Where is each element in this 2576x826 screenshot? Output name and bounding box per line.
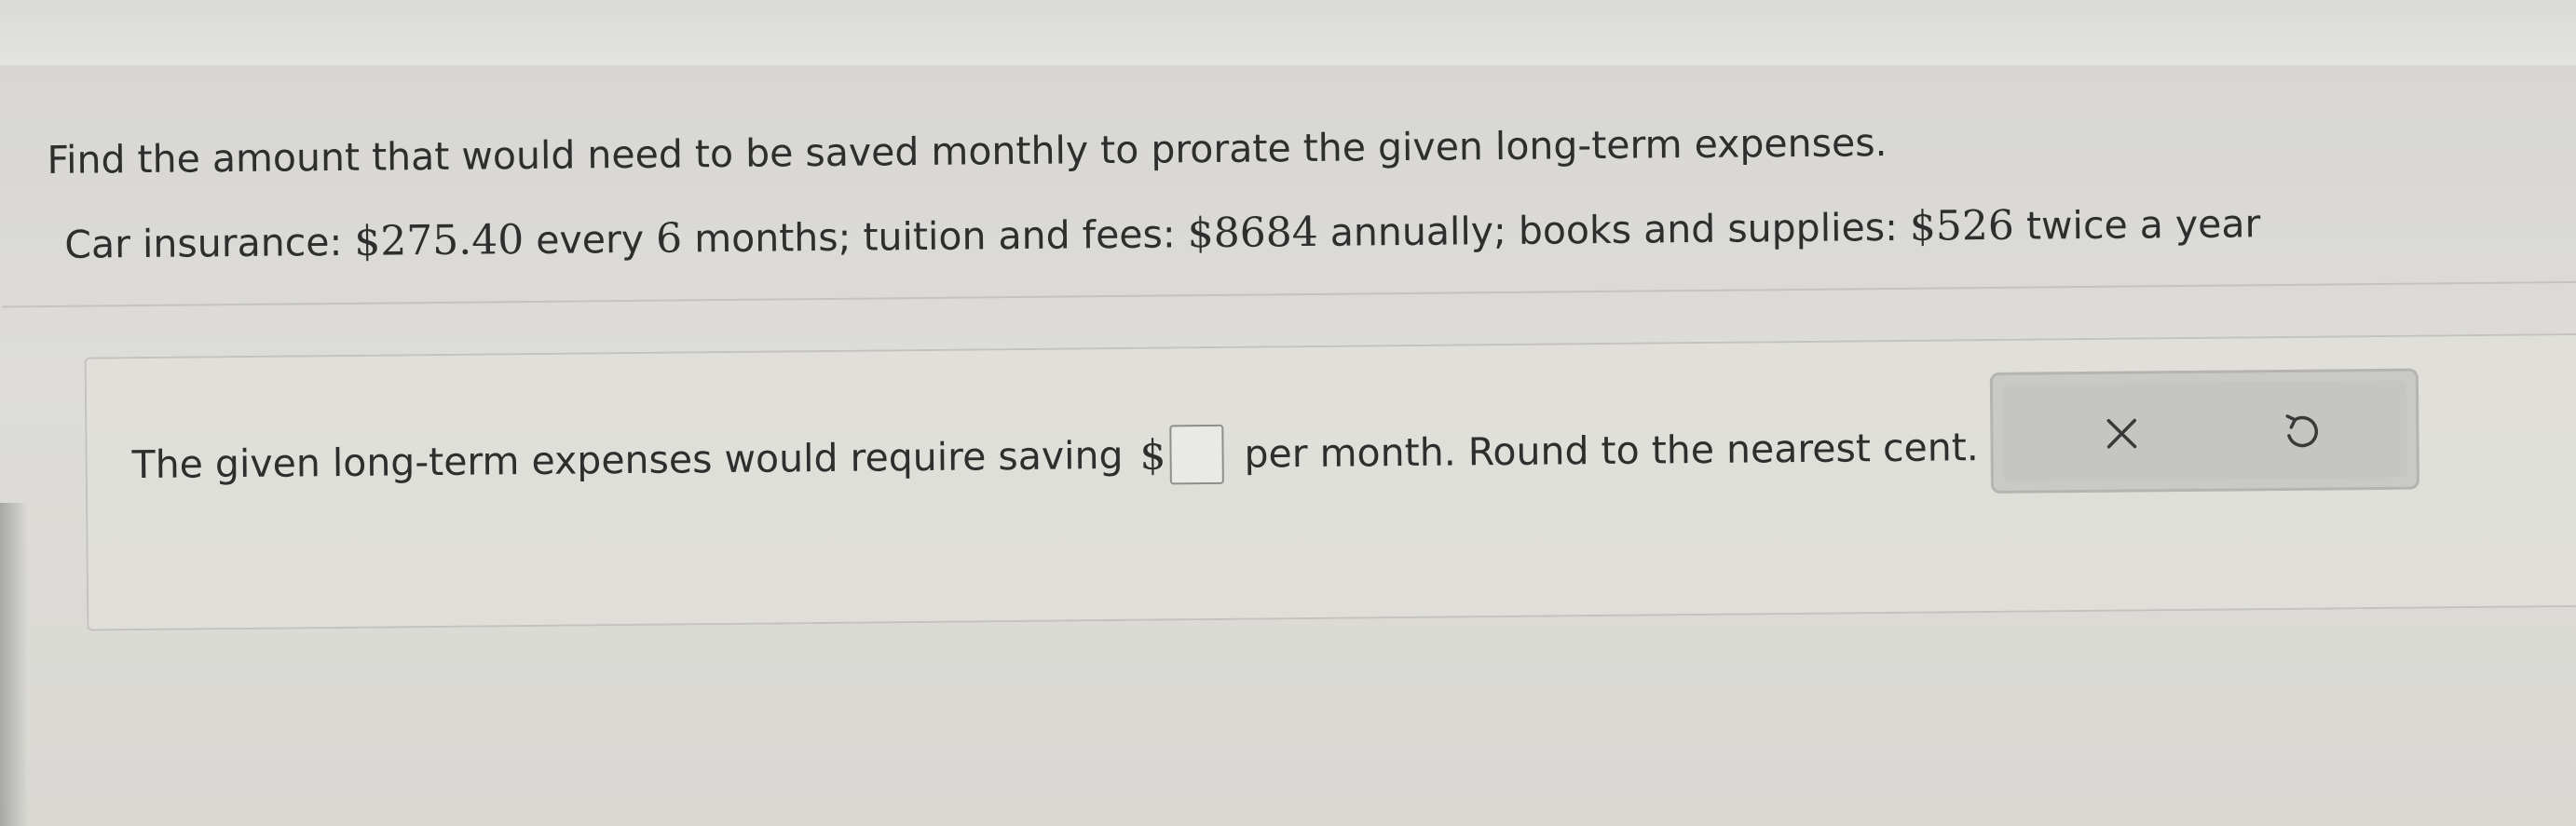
top-band [0,0,2576,65]
answer-currency: $ [1139,430,1166,480]
undo-button[interactable] [2272,404,2329,461]
tuition-end: annually; books and supplies: [1317,204,1911,255]
books-amount: $526 [1909,201,2015,251]
answer-input[interactable] [1169,424,1224,485]
given-expenses: Car insurance: $275.40 every 6 months; t… [64,199,2260,268]
clear-answer-button[interactable] [2093,405,2150,462]
screen: Find the amount that would need to be sa… [0,0,2576,826]
undo-icon [2285,414,2319,448]
car-insurance-end: months; tuition and fees: [681,211,1188,262]
car-insurance-period: 6 [655,214,683,263]
car-insurance-label: Car insurance: [64,219,355,267]
answer-prefix: The given long-term expenses would requi… [131,432,1124,488]
divider [1,280,2576,308]
answer-actions-inner [2001,380,2407,481]
close-icon [2106,418,2137,449]
tuition-amount: $8684 [1187,208,1318,258]
left-edge-shadow [0,503,28,826]
answer-actions [1989,368,2420,494]
question-prompt: Find the amount that would need to be sa… [47,120,1888,183]
books-end: twice a year [2013,201,2261,249]
car-insurance-mid: every [524,216,657,264]
answer-suffix: per month. Round to the nearest cent. [1244,425,1980,477]
question-content: Find the amount that would need to be sa… [1,88,2576,631]
car-insurance-amount: $275.40 [354,216,525,265]
